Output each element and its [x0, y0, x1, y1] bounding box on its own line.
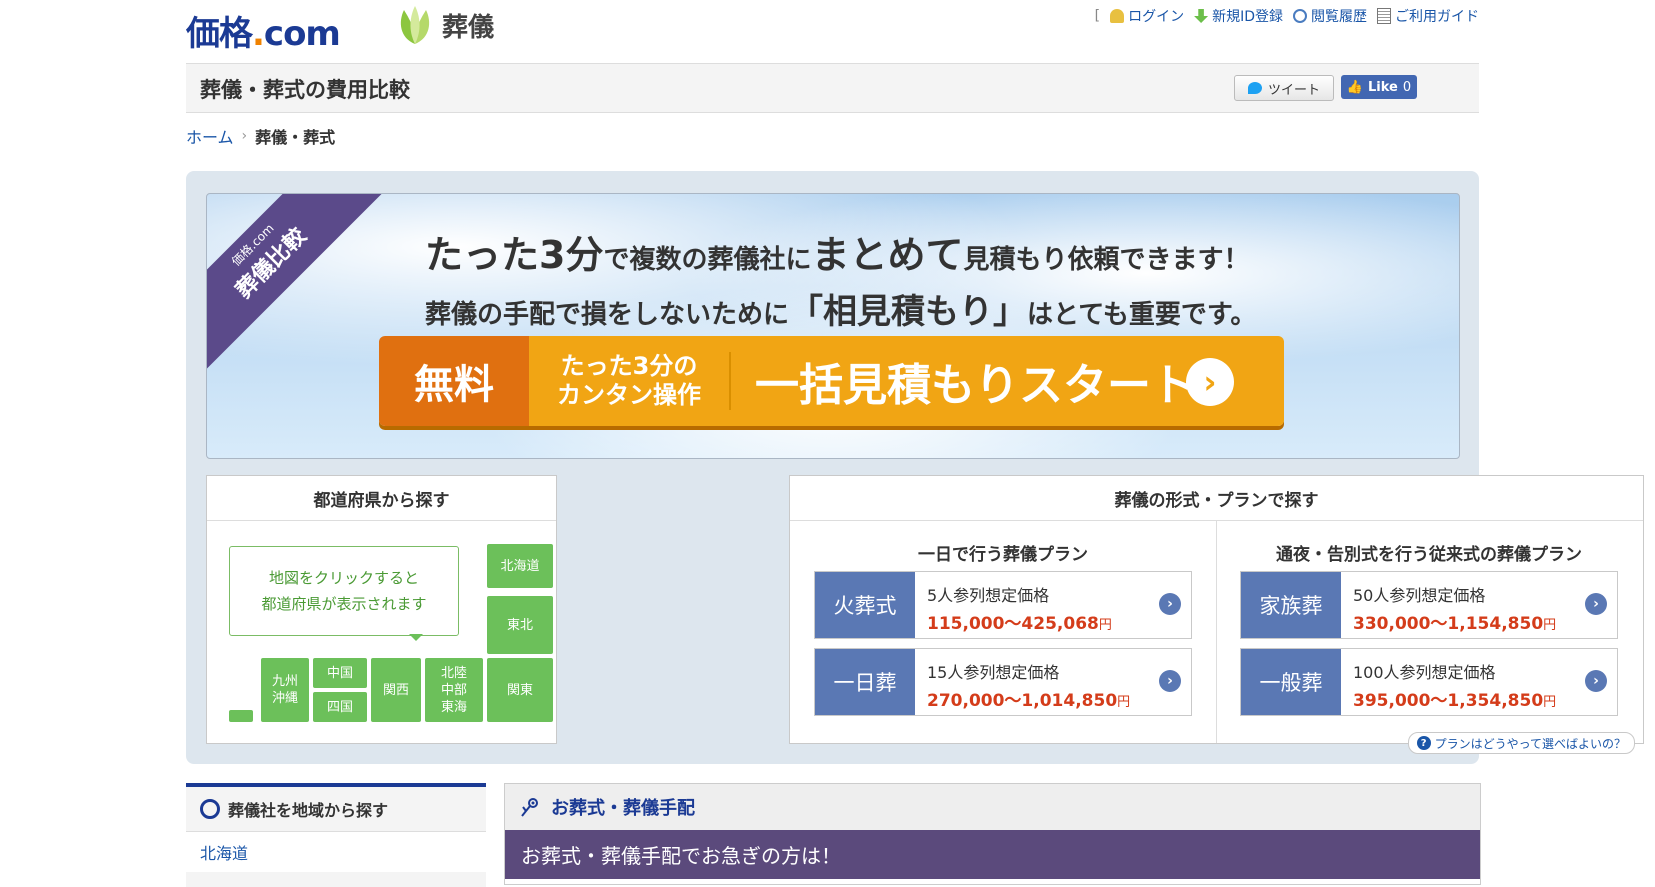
free-label: 無料 — [379, 336, 529, 426]
region-hokkaido[interactable]: 北海道 — [487, 544, 553, 588]
region-okinawa-island[interactable] — [229, 710, 253, 722]
funeral-arrangement-title: お葬式・葬儀手配 — [505, 784, 1480, 830]
region-hokuriku-chubu-tokai[interactable]: 北陸 中部 東海 — [425, 658, 483, 722]
estimate-banner[interactable]: 価格.com 葬儀比較 たった3分で複数の葬儀社にまとめて見積もり依頼できます！… — [206, 193, 1460, 459]
funeral-arrangement-section: お葬式・葬儀手配 お葬式・葬儀手配でお急ぎの方は！ — [504, 783, 1481, 885]
sougi-logo[interactable]: 葬儀 — [396, 4, 494, 46]
leaf-icon — [400, 6, 430, 44]
region-kyushu-okinawa[interactable]: 九州 沖縄 — [261, 658, 309, 722]
chevron-right-icon: › — [1159, 593, 1181, 615]
region-shikoku[interactable]: 四国 — [313, 692, 367, 722]
search-panel: 価格.com 葬儀比較 たった3分で複数の葬儀社にまとめて見積もり依頼できます！… — [186, 171, 1644, 764]
twitter-bird-icon — [1247, 82, 1262, 94]
plan-card-kazokusou[interactable]: 家族葬 50人参列想定価格 330,000〜1,154,850円 › — [1240, 571, 1618, 639]
corner-ribbon: 価格.com 葬儀比較 — [207, 194, 384, 376]
hint-pointer — [409, 634, 423, 641]
one-day-plan-title: 一日で行う葬儀プラン — [918, 545, 1088, 565]
banner-headline-2: 葬儀の手配で損をしないために「相見積もり」はとても重要です。 — [425, 292, 1257, 332]
tweet-button[interactable]: ツイート — [1234, 75, 1334, 101]
facebook-like-button[interactable]: 👍 Like 0 — [1341, 75, 1417, 99]
register-link[interactable]: 新規ID登録 — [1194, 6, 1283, 26]
region-tohoku[interactable]: 東北 — [487, 596, 553, 654]
question-icon: ? — [1416, 736, 1431, 750]
chevron-right-icon: › — [1585, 670, 1607, 692]
chevron-right-icon: › — [1159, 670, 1181, 692]
banner-headline-1: たった3分で複数の葬儀社にまとめて見積もり依頼できます！ — [425, 233, 1250, 277]
prefecture-search-title: 都道府県から探す — [207, 476, 556, 521]
region-sidebar-title: 葬儀社を地域から探す — [186, 787, 486, 832]
traditional-plan-title: 通夜・告別式を行う従来式の葬儀プラン — [1276, 545, 1582, 565]
login-link[interactable]: ログイン — [1110, 6, 1184, 26]
circle-icon — [200, 799, 220, 819]
region-kanto[interactable]: 関東 — [487, 658, 553, 722]
bulk-estimate-start-button[interactable]: 無料 たった3分の カンタン操作 一括見積もりスタート › — [379, 336, 1284, 426]
plan-card-ippansou[interactable]: 一般葬 100人参列想定価格 395,000〜1,354,850円 › — [1240, 648, 1618, 716]
breadcrumb-current: 葬儀・葬式 — [255, 128, 336, 147]
plan-search-box: 葬儀の形式・プランで探す 一日で行う葬儀プラン 通夜・告別式を行う従来式の葬儀プ… — [789, 475, 1644, 754]
breadcrumb-home[interactable]: ホーム — [186, 124, 234, 148]
plan-card-kasoushiki[interactable]: 火葬式 5人参列想定価格 115,000〜425,068円 › — [814, 571, 1192, 639]
chevron-right-icon: › — [1585, 593, 1607, 615]
plan-search-title: 葬儀の形式・プランで探す — [790, 476, 1643, 521]
document-icon — [1377, 8, 1391, 24]
download-icon — [1194, 9, 1209, 23]
plan-help-link[interactable]: ? プランはどうやって選べばよいの？ — [1407, 732, 1635, 754]
title-bar: 葬儀・葬式の費用比較 ツイート 👍 Like 0 — [186, 63, 1479, 113]
key-icon — [1110, 9, 1125, 23]
region-kansai[interactable]: 関西 — [371, 658, 421, 722]
flower-icon — [521, 798, 538, 817]
top-nav: [ ログイン 新規ID登録 閲覧履歴 ご利用ガイド — [1094, 6, 1479, 26]
plan-card-ichinichisou[interactable]: 一日葬 15人参列想定価格 270,000〜1,014,850円 › — [814, 648, 1192, 716]
prefecture-search-box: 都道府県から探す 地図をクリックすると 都道府県が表示されます 北海道 東北 関… — [206, 475, 557, 744]
easy-operation-label: たった3分の カンタン操作 — [529, 352, 731, 410]
arrow-right-icon: › — [1186, 358, 1234, 406]
breadcrumb: ホーム › 葬儀・葬式 — [186, 124, 335, 148]
map-hint: 地図をクリックすると 都道府県が表示されます — [229, 546, 459, 636]
sougi-logo-text: 葬儀 — [442, 12, 495, 43]
chevron-right-icon: › — [241, 128, 248, 144]
region-sidebar: 葬儀社を地域から探す 北海道 — [186, 783, 486, 887]
guide-link[interactable]: ご利用ガイド — [1377, 6, 1479, 26]
history-link[interactable]: 閲覧履歴 — [1293, 6, 1367, 26]
region-chugoku[interactable]: 中国 — [313, 658, 367, 688]
urgent-banner[interactable]: お葬式・葬儀手配でお急ぎの方は！ — [505, 830, 1480, 879]
page-title: 葬儀・葬式の費用比較 — [200, 78, 410, 102]
clock-icon — [1293, 9, 1307, 23]
site-logo[interactable]: 価格.com — [186, 6, 341, 55]
thumbs-up-icon: 👍 — [1346, 79, 1364, 95]
sidebar-item-hokkaido[interactable]: 北海道 — [200, 844, 248, 863]
